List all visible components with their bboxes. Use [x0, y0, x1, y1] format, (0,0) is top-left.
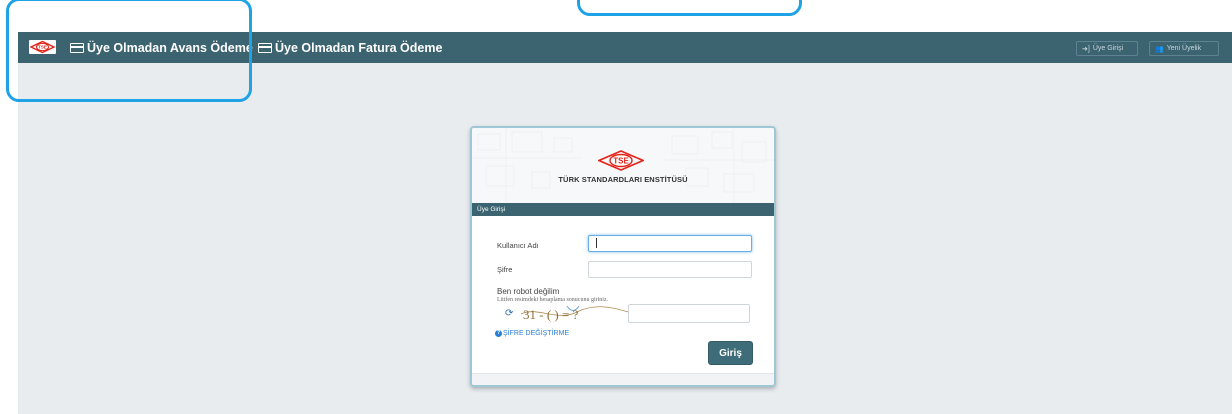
nav-link-label: Üye Olmadan Fatura Ödeme — [275, 40, 443, 55]
username-field-wrapper — [588, 235, 752, 252]
text-cursor — [596, 238, 597, 248]
card-header: TSE TÜRK STANDARDLARI ENSTİTÜSÜ — [472, 128, 774, 203]
organization-name: TÜRK STANDARDLARI ENSTİTÜSÜ — [558, 175, 688, 184]
robot-check-hint: Lütfen resimdeki hesaplama sonucunu giri… — [497, 297, 609, 303]
member-login-button[interactable]: ➜] Üye Girişi — [1076, 41, 1138, 56]
login-card: TSE TÜRK STANDARDLARI ENSTİTÜSÜ Üye Giri… — [470, 126, 776, 387]
password-change-link[interactable]: ? ŞİFRE DEĞİŞTİRME — [495, 330, 569, 337]
login-submit-button[interactable]: Giriş — [708, 341, 753, 365]
users-icon: 👥 — [1155, 45, 1164, 53]
login-section-title: Üye Girişi — [472, 203, 774, 216]
captcha-text: 31 - ( ) = ? — [523, 307, 579, 322]
refresh-captcha-icon[interactable]: ⟳ — [505, 308, 513, 319]
username-label: Kullanıcı Adı — [497, 241, 539, 250]
password-input[interactable] — [588, 261, 752, 278]
highlight-box-top — [577, 0, 802, 16]
username-input[interactable] — [588, 235, 752, 252]
nav-link-invoice-payment[interactable]: Üye Olmadan Fatura Ödeme — [258, 32, 442, 63]
question-circle-icon: ? — [495, 330, 502, 337]
highlight-box-nav — [6, 0, 252, 102]
card-footer — [472, 373, 774, 385]
tse-brand-logo-text: TSE — [613, 156, 629, 165]
new-membership-button[interactable]: 👥 Yeni Üyelik — [1149, 41, 1219, 56]
credit-card-icon — [258, 42, 272, 53]
sign-in-icon: ➜] — [1082, 45, 1090, 53]
captcha-answer-input[interactable] — [628, 304, 750, 323]
tse-brand-logo-icon: TSE — [598, 150, 644, 171]
captcha-image: 31 - ( ) = ? — [520, 305, 642, 322]
password-label: Şifre — [497, 265, 513, 274]
robot-check-title: Ben robot değilim — [497, 287, 560, 296]
